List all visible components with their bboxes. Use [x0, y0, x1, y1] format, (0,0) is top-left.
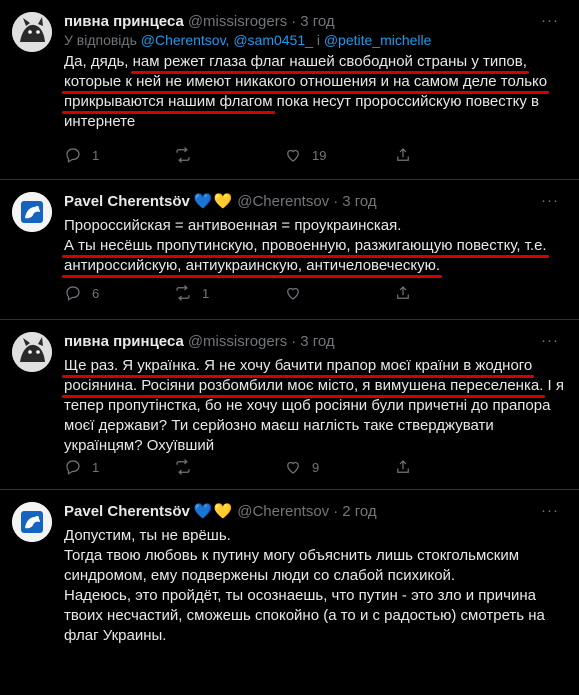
tweet-header: Pavel Cherentsöv 💙💛 @Cherentsov · 3 год: [64, 190, 569, 212]
tweet-text: Допустим, ты не врёшь. Тогда твою любовь…: [64, 526, 569, 646]
like-button[interactable]: [284, 284, 394, 302]
name-emoji: 💙💛: [193, 193, 234, 210]
user-handle[interactable]: @missisrogers: [188, 13, 287, 30]
reply-button[interactable]: 1: [64, 458, 174, 476]
underlined-text: антироссийскую, антиукраинскую, античело…: [64, 257, 440, 274]
tweet-2[interactable]: Pavel Cherentsöv 💙💛 @Cherentsov · 3 год …: [0, 180, 579, 320]
share-icon: [397, 148, 409, 161]
reply-button[interactable]: 1: [64, 146, 174, 164]
text-line: Пророссийская = антивоенная = проукраинс…: [64, 217, 402, 234]
name-emoji: 💙💛: [193, 503, 234, 520]
underlined-text: А ты несёшь пропутинскую, провоенную, ра…: [64, 237, 547, 254]
share-button[interactable]: [394, 458, 434, 476]
heart-icon: [287, 287, 299, 300]
underlined-text: Ще раз. Я українка. Я не хочу бачити пра…: [64, 357, 533, 374]
underlined-text: прикрываются нашим флагом: [64, 93, 273, 110]
mention-link[interactable]: @petite_michelle: [324, 32, 432, 48]
tweet-text: Да, дядь, нам режет глаза флаг нашей сво…: [64, 52, 569, 132]
avatar[interactable]: [12, 12, 52, 52]
reply-icon: [66, 286, 80, 301]
underlined-text: росіянина. Росіяни розбомбили моє місто,…: [64, 377, 544, 394]
more-icon[interactable]: ···: [541, 192, 559, 209]
like-count: 19: [312, 147, 327, 163]
heart-icon: [287, 149, 299, 162]
mention-separator: ,: [225, 32, 230, 48]
share-icon: [397, 286, 409, 299]
tweet-3[interactable]: пивна принцеса @missisrogers · 3 год ···…: [0, 320, 579, 490]
tweet-text: Ще раз. Я українка. Я не хочу бачити пра…: [64, 356, 569, 456]
timestamp[interactable]: 3 год: [342, 193, 376, 210]
mention-link[interactable]: @Cherentsov: [141, 32, 226, 48]
retweet-button[interactable]: [174, 458, 284, 476]
tweet-header: пивна принцеса @missisrogers · 3 год: [64, 330, 569, 352]
more-icon[interactable]: ···: [541, 502, 559, 519]
display-name[interactable]: Pavel Cherentsöv: [64, 193, 190, 210]
tweet-4[interactable]: Pavel Cherentsöv 💙💛 @Cherentsov · 2 год …: [0, 490, 579, 695]
separator: ·: [291, 332, 297, 350]
avatar[interactable]: [12, 502, 52, 542]
tweet-actions: 1 19: [64, 146, 434, 164]
user-handle[interactable]: @Cherentsov: [237, 193, 329, 210]
retweet-count: 1: [202, 285, 210, 301]
retweet-icon: [176, 285, 190, 301]
display-name[interactable]: пивна принцеса: [64, 333, 184, 350]
separator: ·: [333, 502, 339, 520]
reply-count: 6: [92, 285, 100, 301]
retweet-button[interactable]: 1: [174, 284, 284, 302]
retweet-button[interactable]: [174, 146, 284, 164]
reply-context: У відповідь @Cherentsov, @sam0451_ і @pe…: [64, 32, 569, 48]
display-name[interactable]: Pavel Cherentsöv: [64, 503, 190, 520]
display-name[interactable]: пивна принцеса: [64, 13, 184, 30]
reply-icon: [66, 148, 80, 163]
retweet-icon: [176, 459, 190, 475]
user-handle[interactable]: @Cherentsov: [237, 503, 329, 520]
share-button[interactable]: [394, 284, 434, 302]
share-button[interactable]: [394, 146, 434, 164]
tweet-actions: 6 1: [64, 284, 434, 302]
like-button[interactable]: 19: [284, 146, 394, 164]
share-icon: [397, 460, 409, 473]
retweet-icon: [176, 147, 190, 163]
text-paragraph: Допустим, ты не врёшь.: [64, 527, 231, 544]
tweet-header: Pavel Cherentsöv 💙💛 @Cherentsov · 2 год: [64, 500, 569, 522]
underlined-text: нам режет глаза флаг нашей свободной стр…: [132, 53, 527, 70]
mention-link[interactable]: @sam0451_: [233, 32, 313, 48]
timestamp[interactable]: 2 год: [342, 503, 376, 520]
avatar[interactable]: [12, 332, 52, 372]
underlined-text: которые к ней не имеют никакого отношени…: [64, 73, 548, 90]
text-paragraph: Надеюсь, это пройдёт, ты осознаешь, что …: [64, 587, 545, 644]
reply-prefix: У відповідь: [64, 32, 137, 48]
tweet-actions: 1 9: [64, 458, 434, 476]
tweet-text: Пророссийская = антивоенная = проукраинс…: [64, 216, 569, 276]
timestamp[interactable]: 3 год: [300, 13, 334, 30]
timestamp[interactable]: 3 год: [300, 333, 334, 350]
avatar[interactable]: [12, 192, 52, 232]
separator: ·: [291, 12, 297, 30]
text-paragraph: Тогда твою любовь к путину могу объяснит…: [64, 547, 520, 584]
user-handle[interactable]: @missisrogers: [188, 333, 287, 350]
reply-count: 1: [92, 147, 100, 163]
mention-conjunction: і: [316, 32, 320, 48]
text-segment: Да, дядь,: [64, 53, 129, 70]
like-button[interactable]: 9: [284, 458, 394, 476]
like-count: 9: [312, 459, 320, 475]
more-icon[interactable]: ···: [541, 332, 559, 349]
reply-icon: [66, 460, 80, 475]
tweet-header: пивна принцеса @missisrogers · 3 год: [64, 10, 569, 32]
more-icon[interactable]: ···: [541, 12, 559, 29]
reply-count: 1: [92, 459, 100, 475]
heart-icon: [287, 461, 299, 474]
tweet-1[interactable]: пивна принцеса @missisrogers · 3 год ···…: [0, 0, 579, 180]
reply-button[interactable]: 6: [64, 284, 174, 302]
separator: ·: [333, 192, 339, 210]
